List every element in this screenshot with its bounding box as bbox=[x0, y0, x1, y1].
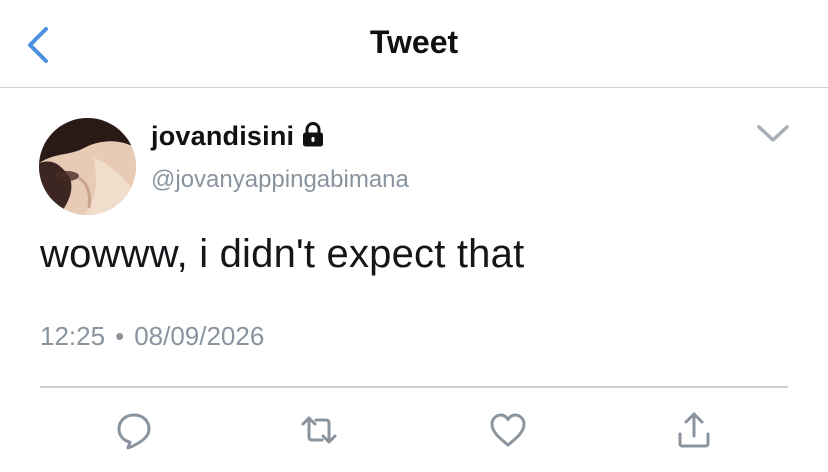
retweet-button[interactable] bbox=[299, 410, 339, 450]
reply-icon bbox=[117, 413, 151, 450]
reply-button[interactable] bbox=[114, 410, 154, 450]
share-icon bbox=[678, 412, 710, 448]
tweet-text: wowww, i didn't expect that bbox=[40, 232, 525, 276]
divider bbox=[40, 386, 788, 388]
share-button[interactable] bbox=[674, 410, 714, 450]
tweet-date: 08/09/2026 bbox=[134, 321, 265, 351]
display-name[interactable]: jovandisini bbox=[151, 121, 294, 152]
timestamp: 12:25 • 08/09/2026 bbox=[40, 321, 264, 352]
heart-icon bbox=[490, 413, 526, 447]
retweet-icon bbox=[301, 416, 337, 444]
tweet-time: 12:25 bbox=[40, 321, 106, 351]
navigation-bar: Tweet bbox=[0, 0, 828, 88]
user-name-row: jovandisini bbox=[151, 121, 325, 152]
chevron-down-icon bbox=[757, 125, 789, 142]
page-title: Tweet bbox=[369, 24, 459, 60]
lock-icon bbox=[301, 121, 325, 148]
avatar[interactable] bbox=[39, 118, 136, 215]
like-button[interactable] bbox=[488, 410, 528, 450]
avatar-image bbox=[39, 118, 136, 215]
tweet-detail-screen: Tweet jovandisini @jovanyappingabimana w… bbox=[0, 0, 828, 472]
user-handle[interactable]: @jovanyappingabimana bbox=[151, 166, 409, 194]
timestamp-separator: • bbox=[115, 321, 125, 351]
tweet-menu-button[interactable] bbox=[754, 119, 792, 147]
